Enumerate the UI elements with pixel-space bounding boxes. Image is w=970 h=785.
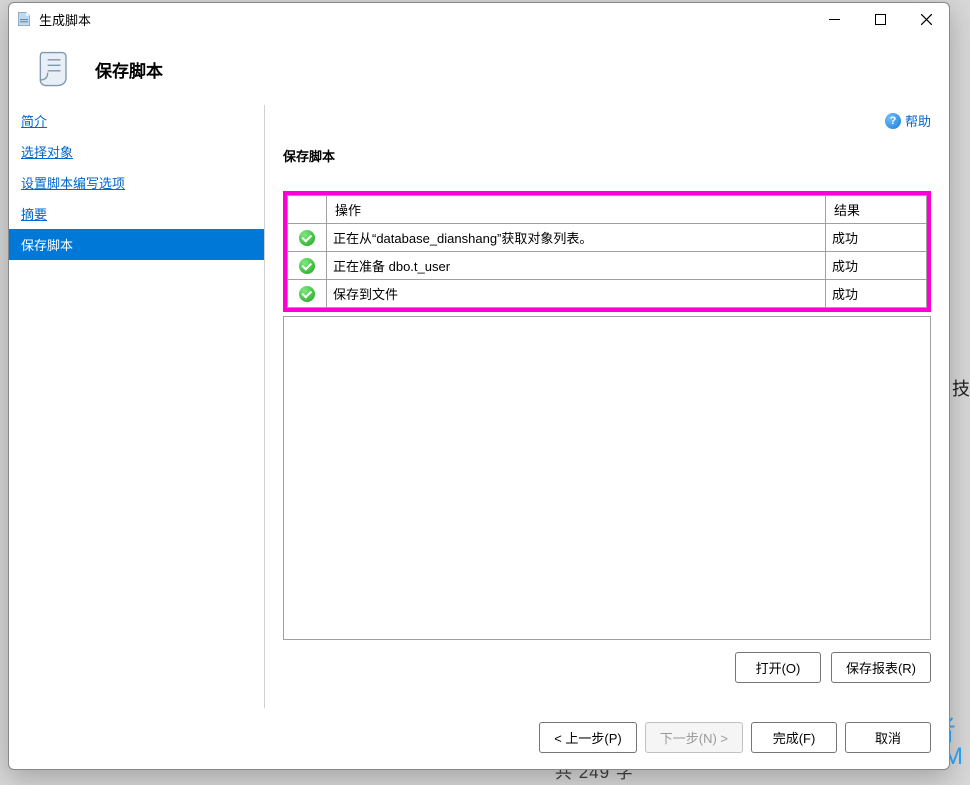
column-header-action: 操作: [327, 196, 826, 224]
results-highlight-box: 操作 结果 正在从“database_dianshang”获取对象列表。 成功: [283, 191, 931, 312]
background-side-char: 技: [952, 375, 970, 401]
nav-item-choose-objects[interactable]: 选择对象: [9, 136, 264, 167]
help-icon: ?: [885, 113, 901, 129]
nav-item-save-script[interactable]: 保存脚本: [9, 229, 264, 260]
column-header-status-icon: [288, 196, 327, 224]
wizard-footer: < 上一步(P) 下一步(N) > 完成(F) 取消: [9, 708, 949, 769]
wizard-nav-sidebar: 简介 选择对象 设置脚本编写选项 摘要 保存脚本: [9, 105, 265, 708]
titlebar: 生成脚本: [9, 3, 949, 35]
section-title: 保存脚本: [283, 146, 931, 165]
nav-item-set-options[interactable]: 设置脚本编写选项: [9, 167, 264, 198]
results-empty-area: [283, 316, 931, 640]
success-icon: [299, 286, 315, 302]
success-icon: [299, 230, 315, 246]
column-header-result: 结果: [826, 196, 927, 224]
open-button[interactable]: 打开(O): [735, 652, 821, 683]
app-icon: [15, 10, 33, 28]
close-button[interactable]: [903, 3, 949, 35]
minimize-button[interactable]: [811, 3, 857, 35]
table-row: 正在准备 dbo.t_user 成功: [288, 252, 927, 280]
success-icon: [299, 258, 315, 274]
next-button: 下一步(N) >: [645, 722, 743, 753]
nav-item-intro[interactable]: 简介: [9, 105, 264, 136]
table-row: 正在从“database_dianshang”获取对象列表。 成功: [288, 224, 927, 252]
table-row: 保存到文件 成功: [288, 280, 927, 308]
page-title: 保存脚本: [95, 57, 163, 82]
finish-button[interactable]: 完成(F): [751, 722, 837, 753]
cancel-button[interactable]: 取消: [845, 722, 931, 753]
script-icon: [33, 47, 77, 91]
help-link[interactable]: ? 帮助: [885, 111, 931, 130]
previous-button[interactable]: < 上一步(P): [539, 722, 637, 753]
results-table: 操作 结果 正在从“database_dianshang”获取对象列表。 成功: [287, 195, 927, 308]
maximize-button[interactable]: [857, 3, 903, 35]
nav-item-summary[interactable]: 摘要: [9, 198, 264, 229]
window-title: 生成脚本: [39, 10, 91, 29]
generate-scripts-wizard-window: 生成脚本 保存脚本 简介 选择对象: [8, 2, 950, 770]
wizard-header: 保存脚本: [9, 35, 949, 105]
save-report-button[interactable]: 保存报表(R): [831, 652, 931, 683]
